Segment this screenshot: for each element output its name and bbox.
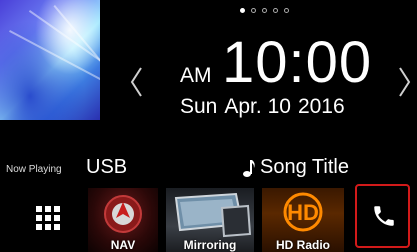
clock-time[interactable]: 10:00 <box>222 32 372 94</box>
song-title: Song Title <box>260 156 349 178</box>
page-dot <box>240 8 245 13</box>
album-art[interactable] <box>0 0 100 120</box>
page-dot <box>262 8 267 13</box>
clock-year: 2016 <box>297 95 345 118</box>
menu-button[interactable] <box>36 206 60 230</box>
home-screen: AM 10:00 Sun Apr. 10 2016 Now Playing USB … <box>0 0 417 252</box>
music-note-icon <box>243 160 255 177</box>
svg-text:HD: HD <box>287 200 319 225</box>
chevron-left-icon <box>130 67 142 97</box>
now-playing-label: Now Playing <box>6 164 62 175</box>
nav-label: NAV <box>110 238 136 252</box>
page-indicator <box>240 8 289 13</box>
chevron-right-icon <box>399 67 411 97</box>
mirroring-label: Mirroring <box>183 238 237 252</box>
next-page-button[interactable] <box>395 62 415 102</box>
clock-month-day: Apr. 10 <box>224 95 291 118</box>
page-dot <box>273 8 278 13</box>
phone-icon <box>374 206 394 226</box>
phone-button[interactable] <box>355 184 410 248</box>
nav-button[interactable]: NAV <box>88 188 158 252</box>
page-dot <box>284 8 289 13</box>
clock-ampm: AM <box>180 64 212 87</box>
source-launcher: NAV Mirroring HD HD Radio <box>0 184 417 252</box>
previous-page-button[interactable] <box>126 62 146 102</box>
clock-weekday: Sun <box>180 95 218 118</box>
page-dot <box>251 8 256 13</box>
album-art-streak <box>53 5 100 120</box>
album-art-streak <box>28 10 100 104</box>
clock-date: Sun Apr. 10 2016 <box>180 95 352 119</box>
hd-radio-label: HD Radio <box>276 238 330 252</box>
now-playing-bar[interactable]: Now Playing USB Song Title <box>0 150 417 184</box>
source-label: USB <box>86 156 128 178</box>
mirroring-button[interactable]: Mirroring <box>166 188 254 252</box>
hd-radio-button[interactable]: HD HD Radio <box>262 188 344 252</box>
